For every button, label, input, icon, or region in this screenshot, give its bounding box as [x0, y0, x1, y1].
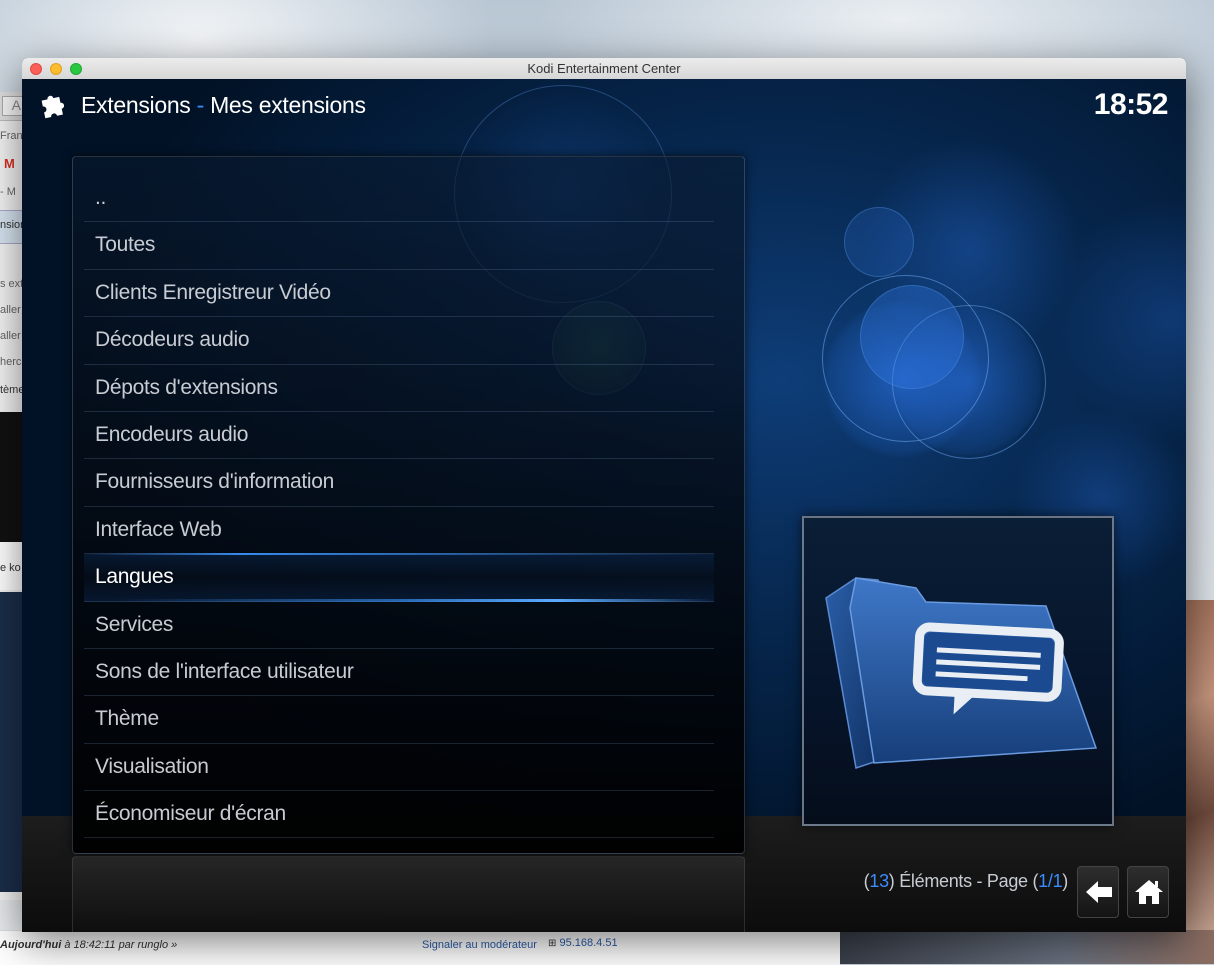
home-icon [1135, 880, 1163, 904]
list-item-label: Fournisseurs d'information [95, 470, 334, 494]
list-item-services[interactable]: Services [84, 602, 714, 649]
list-item-label: Clients Enregistreur Vidéo [95, 280, 331, 304]
forum-footer-prefix: Aujourd'hui [0, 939, 62, 951]
background-tab-letter[interactable]: A [2, 96, 24, 116]
gmail-icon[interactable]: M [4, 156, 22, 171]
ip-address-text: 95.168.4.51 [559, 937, 618, 949]
extension-category-list: .. Toutes Clients Enregistreur Vidéo Déc… [84, 175, 714, 839]
title-separator: - [196, 92, 205, 118]
list-item-label: Décodeurs audio [95, 328, 250, 352]
list-item-audio-decoders[interactable]: Décodeurs audio [84, 317, 714, 365]
list-panel-lower [72, 856, 745, 932]
list-item-label: Langues [95, 565, 174, 589]
list-item-repositories[interactable]: Dépots d'extensions [84, 365, 714, 412]
list-item-label: Visualisation [95, 754, 209, 778]
page-indicator: 1/1 [1038, 871, 1063, 891]
forum-post-footer: Aujourd'hui à 18:42:11 par runglo » [0, 939, 177, 951]
items-page-label: Éléments - Page [894, 871, 1033, 891]
home-button[interactable] [1127, 866, 1169, 918]
decorative-bubble [844, 207, 914, 277]
preview-thumbnail [802, 516, 1114, 826]
kodi-screen: Extensions - Mes extensions 18:52 .. Tou… [22, 79, 1186, 932]
window-titlebar[interactable]: Kodi Entertainment Center [22, 58, 1186, 80]
list-item-label: Encodeurs audio [95, 422, 249, 446]
clock: 18:52 [1093, 88, 1169, 121]
subsection-title: Mes extensions [210, 92, 366, 118]
list-item-visualisation[interactable]: Visualisation [84, 744, 714, 792]
list-item-label: Toutes [95, 233, 156, 257]
folder-speech-bubble-icon [825, 577, 1098, 769]
list-item-languages[interactable]: Langues [84, 553, 714, 602]
list-item-label: Interface Web [95, 517, 222, 541]
list-item-ui-sounds[interactable]: Sons de l'interface utilisateur [84, 649, 714, 697]
list-item-pvr-clients[interactable]: Clients Enregistreur Vidéo [84, 270, 714, 318]
list-item-screensaver[interactable]: Économiseur d'écran [84, 791, 714, 839]
item-count: 13 [869, 871, 889, 891]
kodi-window: Kodi Entertainment Center Extensions - M… [22, 58, 1186, 932]
list-item-label: .. [95, 186, 107, 209]
list-item-audio-encoders[interactable]: Encodeurs audio [84, 412, 714, 460]
forum-footer-rest: à 18:42:11 par runglo » [61, 939, 178, 951]
ip-icon: ⊞ [548, 938, 557, 949]
list-item-label: Services [95, 612, 174, 636]
list-item-label: Économiseur d'écran [95, 802, 286, 826]
list-item-parent[interactable]: .. [84, 175, 714, 223]
list-item-skin[interactable]: Thème [84, 696, 714, 744]
list-item-information-providers[interactable]: Fournisseurs d'information [84, 459, 714, 507]
desktop-wallpaper-bottom [840, 930, 1214, 964]
ip-address-link[interactable]: ⊞ 95.168.4.51 [548, 937, 618, 949]
list-item-label: Dépots d'extensions [95, 375, 278, 399]
puzzle-icon [41, 95, 65, 119]
page-close-paren: ) [1062, 871, 1068, 891]
section-title: Extensions [81, 92, 191, 118]
page-title: Extensions - Mes extensions [81, 92, 366, 119]
list-item-web-interface[interactable]: Interface Web [84, 507, 714, 555]
back-arrow-icon [1086, 881, 1112, 903]
report-moderator-link[interactable]: Signaler au modérateur [422, 939, 537, 951]
list-item-label: Thème [95, 707, 159, 731]
decorative-bubble [860, 285, 964, 389]
back-button[interactable] [1077, 866, 1119, 918]
window-title: Kodi Entertainment Center [527, 61, 681, 76]
list-item-all[interactable]: Toutes [84, 222, 714, 270]
item-counter: (13) Éléments - Page (1/1) [864, 871, 1069, 892]
list-item-label: Sons de l'interface utilisateur [95, 659, 354, 683]
